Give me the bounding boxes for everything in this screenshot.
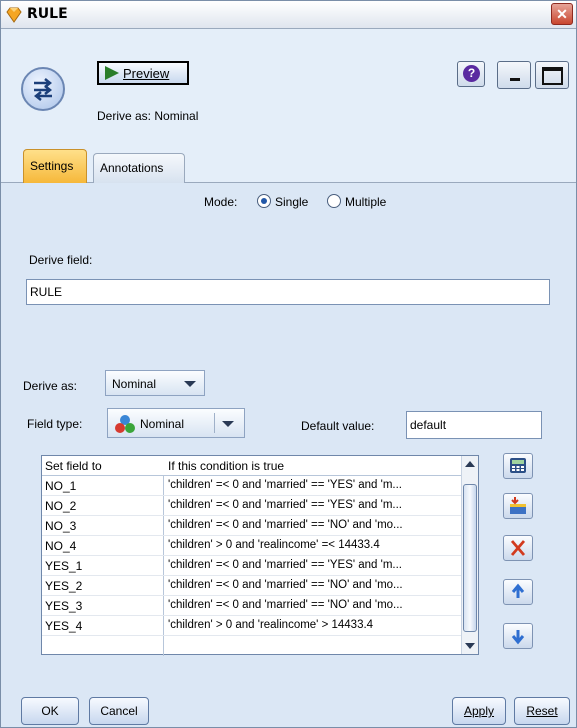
column-header-condition[interactable]: If this condition is true [168,459,284,473]
insert-row-icon [510,497,526,514]
move-up-button[interactable] [503,579,533,605]
condition-cell: 'children' =< 0 and 'married' == 'YES' a… [168,559,402,571]
set-field-cell: NO_3 [45,519,77,533]
table-header: Set field to If this condition is true [42,456,462,476]
scrollbar-thumb[interactable] [463,484,477,632]
help-button[interactable]: ? [457,61,485,87]
set-field-cell: YES_3 [45,599,83,613]
table-row[interactable]: YES_3 'children' =< 0 and 'married' == '… [42,596,462,616]
condition-cell: 'children' =< 0 and 'married' == 'YES' a… [168,479,402,491]
set-field-cell: NO_4 [45,539,77,553]
help-icon: ? [463,65,480,82]
select-divider [214,413,215,433]
apply-button[interactable]: Apply [452,697,506,725]
scroll-down-arrow-icon[interactable] [463,639,477,653]
diamond-node-icon [6,7,22,23]
play-icon [105,66,119,80]
arrow-up-icon [511,583,525,598]
delete-row-button[interactable] [503,535,533,561]
preview-label: Preview [123,66,170,81]
calculator-icon [510,458,526,473]
tab-settings[interactable]: Settings [23,149,87,183]
title-bar: RULE ✕ [1,1,576,29]
table-row[interactable]: NO_1 'children' =< 0 and 'married' == 'Y… [42,476,462,496]
table-row[interactable]: YES_1 'children' =< 0 and 'married' == '… [42,556,462,576]
default-value-label: Default value: [301,419,375,433]
derive-as-value: Nominal [112,377,157,391]
nominal-type-icon [115,415,135,433]
scroll-up-arrow-icon[interactable] [463,457,477,471]
tab-bar: Settings Annotations [1,141,576,183]
maximize-button[interactable] [535,61,569,89]
derive-field-label: Derive field: [29,253,93,267]
minimize-icon [510,78,520,81]
preview-button[interactable]: Preview [97,61,189,85]
ok-button[interactable]: OK [21,697,79,725]
condition-cell: 'children' =< 0 and 'married' == 'NO' an… [168,519,403,531]
chevron-down-icon [222,421,234,427]
minimize-button[interactable] [497,61,531,89]
tab-annotations[interactable]: Annotations [93,153,185,183]
default-value-input[interactable]: default [406,411,542,439]
window-title: RULE [27,6,68,22]
set-field-cell: NO_2 [45,499,77,513]
delete-icon [510,540,526,556]
expression-builder-button[interactable] [503,453,533,479]
set-field-cell: NO_1 [45,479,77,493]
table-row[interactable]: NO_3 'children' =< 0 and 'married' == 'N… [42,516,462,536]
condition-cell: 'children' =< 0 and 'married' == 'NO' an… [168,579,403,591]
field-type-label: Field type: [27,417,83,431]
mode-multiple-radio[interactable] [327,194,341,208]
close-button[interactable]: ✕ [551,3,573,25]
set-field-cell: YES_4 [45,619,83,633]
derive-node-icon [21,67,65,111]
field-type-value: Nominal [140,417,185,431]
move-down-button[interactable] [503,623,533,649]
derive-as-select[interactable]: Nominal [105,370,205,396]
condition-cell: 'children' =< 0 and 'married' == 'NO' an… [168,599,403,611]
derive-as-label: Derive as: [23,379,78,393]
condition-cell: 'children' > 0 and 'realincome' > 14433.… [168,619,374,631]
node-header: Preview ? Derive as: Nominal [1,29,576,141]
reset-button[interactable]: Reset [514,697,570,725]
settings-panel: Mode: Single Multiple Derive field: RULE… [1,183,576,675]
mode-single-radio[interactable] [257,194,271,208]
rule-node-dialog: RULE ✕ Preview ? Derive as: Nominal Sett… [0,0,577,728]
table-row[interactable]: YES_4 'children' > 0 and 'realincome' > … [42,616,462,636]
table-row[interactable]: NO_4 'children' > 0 and 'realincome' =< … [42,536,462,556]
set-field-cell: YES_1 [45,559,83,573]
dialog-footer: OK Cancel Apply Reset [1,675,576,727]
derive-as-subtitle: Derive as: Nominal [97,109,199,123]
mode-multiple-label: Multiple [345,195,387,209]
insert-row-button[interactable] [503,493,533,519]
condition-cell: 'children' > 0 and 'realincome' =< 14433… [168,539,380,551]
mode-single-label: Single [275,195,309,209]
table-row[interactable]: YES_2 'children' =< 0 and 'married' == '… [42,576,462,596]
condition-cell: 'children' =< 0 and 'married' == 'YES' a… [168,499,402,511]
chevron-down-icon [184,381,196,387]
rules-table: Set field to If this condition is true N… [41,455,479,656]
field-type-select[interactable]: Nominal [107,408,245,438]
mode-label: Mode: [204,195,238,209]
table-scrollbar[interactable] [461,456,478,654]
set-field-cell: YES_2 [45,579,83,593]
table-row[interactable]: NO_2 'children' =< 0 and 'married' == 'Y… [42,496,462,516]
derive-field-input[interactable]: RULE [26,279,550,305]
column-header-set-field[interactable]: Set field to [45,459,102,473]
arrow-down-icon [511,630,525,645]
cancel-button[interactable]: Cancel [89,697,149,725]
maximize-icon [542,67,563,85]
